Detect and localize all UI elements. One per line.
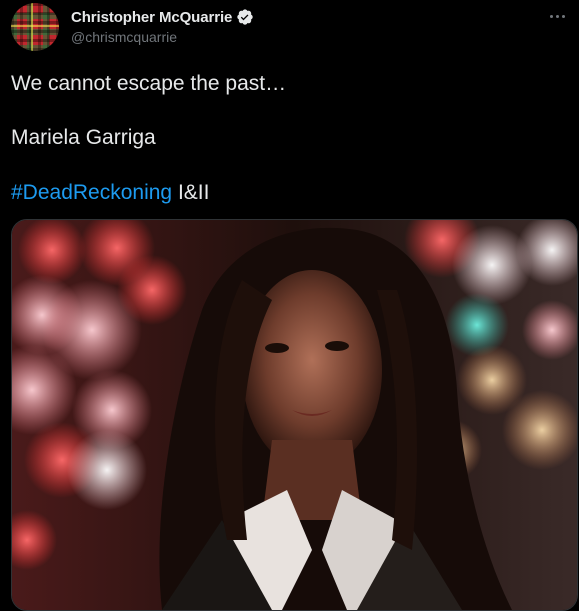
portrait-photo-icon bbox=[12, 220, 577, 610]
author-display-name[interactable]: Christopher McQuarrie bbox=[71, 9, 232, 26]
tweet-photo[interactable] bbox=[11, 219, 578, 611]
tweet-text-suffix: I&II bbox=[172, 181, 210, 204]
avatar[interactable] bbox=[11, 3, 59, 51]
tweet-text-line2: Mariela Garriga bbox=[11, 126, 156, 149]
tweet: Christopher McQuarrie @chrismcquarrie We… bbox=[0, 0, 579, 611]
more-options-icon[interactable] bbox=[545, 6, 569, 26]
tweet-text-line1: We cannot escape the past… bbox=[11, 72, 287, 95]
verified-badge-icon bbox=[237, 9, 253, 25]
hashtag-link[interactable]: #DeadReckoning bbox=[11, 181, 172, 204]
tweet-text-line3: #DeadReckoning I&II bbox=[11, 180, 209, 206]
author-handle[interactable]: @chrismcquarrie bbox=[71, 29, 177, 45]
author-name-row: Christopher McQuarrie bbox=[71, 8, 254, 26]
